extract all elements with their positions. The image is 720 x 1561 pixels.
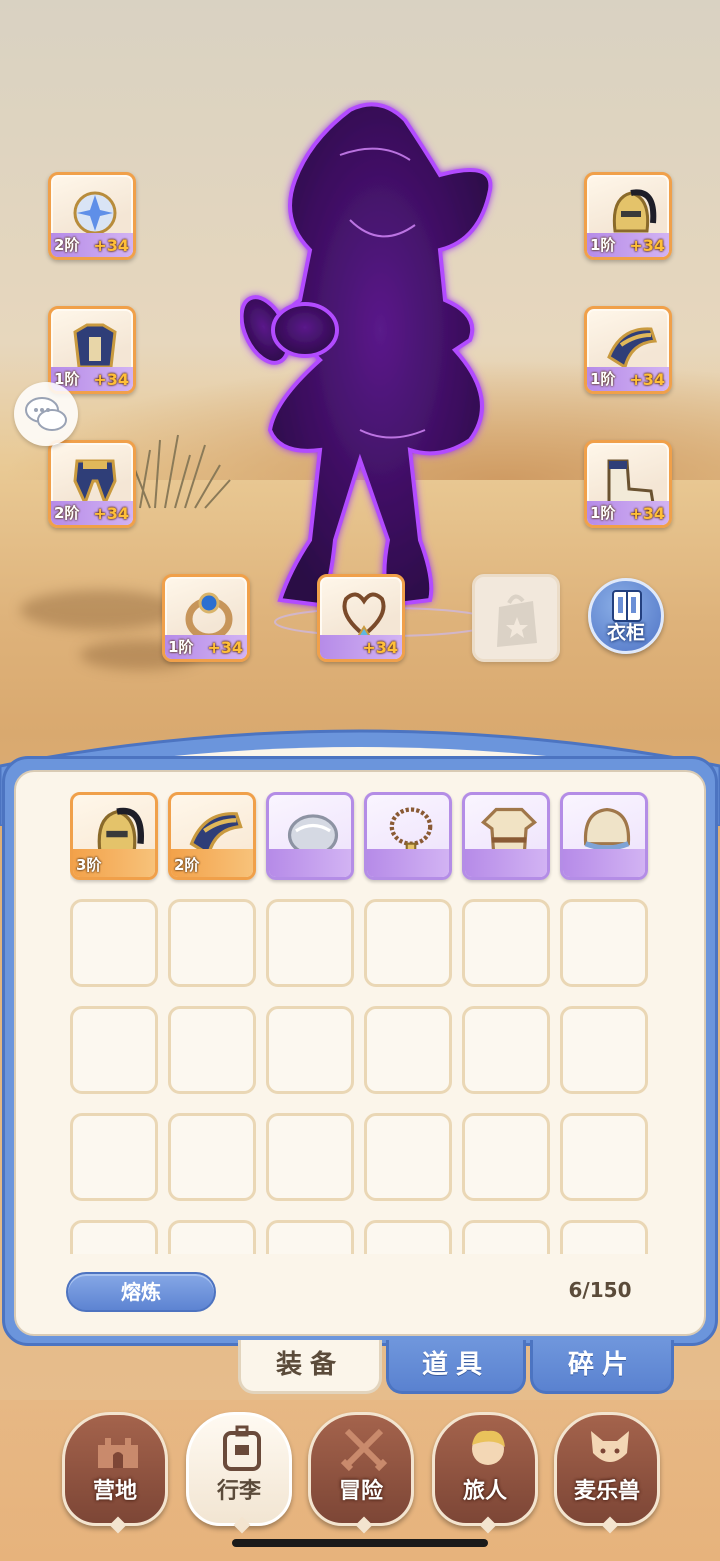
equipped-helmet-slot[interactable]: 1阶 +34	[584, 172, 672, 260]
nav-label: 冒险	[338, 1479, 383, 1504]
smelt-button[interactable]: 熔炼	[66, 1272, 216, 1312]
tab-label: 碎片	[567, 1350, 636, 1380]
equipped-ring-slot[interactable]: 1阶 +34	[162, 574, 250, 662]
empty-slot[interactable]	[462, 1220, 550, 1254]
tab-items[interactable]: 道具	[386, 1340, 526, 1394]
tier-label: 1阶	[590, 504, 616, 522]
inventory-capacity: 6/150	[568, 1278, 632, 1302]
equipped-chest-slot[interactable]: 1阶 +34	[48, 306, 136, 394]
tab-fragments[interactable]: 碎片	[530, 1340, 674, 1394]
ground-shadow	[20, 590, 180, 630]
inventory-item-necklace[interactable]	[364, 792, 452, 880]
inventory-item-cap[interactable]	[560, 792, 648, 880]
fox-pet-icon	[591, 1431, 629, 1462]
tier-label: 2阶	[54, 504, 80, 522]
crossed-swords-icon	[340, 1428, 388, 1472]
bonus-label: +34	[629, 504, 665, 523]
castle-icon	[98, 1438, 138, 1468]
empty-slot[interactable]	[560, 1113, 648, 1201]
empty-slot[interactable]	[70, 1006, 158, 1094]
nav-adventure[interactable]: 冒险	[308, 1412, 414, 1534]
desert-grass	[134, 434, 231, 509]
empty-slot[interactable]	[168, 1006, 256, 1094]
empty-slot[interactable]	[70, 1220, 158, 1254]
bonus-label: +34	[93, 236, 129, 255]
rarity-band	[367, 849, 449, 877]
empty-slot[interactable]	[364, 1113, 452, 1201]
equipped-gauntlet-slot[interactable]: 1阶 +34	[584, 306, 672, 394]
inventory-item-tunic[interactable]	[462, 792, 550, 880]
chat-bubble-icon	[25, 397, 67, 431]
tier-label: 2阶	[54, 236, 80, 254]
inventory-item-helmet[interactable]: 3阶	[70, 792, 158, 880]
bonus-label: +34	[93, 504, 129, 523]
nav-label: 麦乐兽	[573, 1479, 640, 1504]
tab-label: 装备	[275, 1350, 344, 1380]
empty-slot[interactable]	[462, 1006, 550, 1094]
bonus-label: +34	[629, 370, 665, 389]
empty-slot[interactable]	[70, 1113, 158, 1201]
bonus-label: +34	[629, 236, 665, 255]
smelt-label: 熔炼	[121, 1280, 161, 1304]
nav-melepet[interactable]: 麦乐兽	[554, 1412, 660, 1534]
tier-label: 1阶	[168, 638, 194, 656]
empty-slot[interactable]	[266, 1113, 354, 1201]
nav-label: 营地	[92, 1479, 137, 1504]
empty-accessory-slot[interactable]	[472, 574, 560, 662]
backpack-icon	[223, 1425, 261, 1471]
wardrobe-button[interactable]: 衣柜	[588, 578, 664, 654]
empty-slot[interactable]	[168, 1113, 256, 1201]
inventory-item-pauldron[interactable]	[266, 792, 354, 880]
equipped-boots-slot[interactable]: 1阶 +34	[584, 440, 672, 528]
empty-slot[interactable]	[462, 1113, 550, 1201]
empty-slot[interactable]	[364, 1220, 452, 1254]
nav-travelers[interactable]: 旅人	[432, 1412, 538, 1534]
empty-slot[interactable]	[560, 1220, 648, 1254]
nav-label: 旅人	[462, 1479, 507, 1504]
tab-equipment[interactable]: 装备	[238, 1340, 382, 1394]
rarity-band	[465, 849, 547, 877]
tab-label: 道具	[421, 1350, 490, 1380]
empty-slot[interactable]	[168, 899, 256, 987]
traveler-portrait-icon	[472, 1430, 505, 1465]
gift-bag-icon	[497, 594, 537, 647]
empty-slot[interactable]	[364, 899, 452, 987]
empty-slot[interactable]	[364, 1006, 452, 1094]
rarity-band	[563, 849, 645, 877]
chat-button[interactable]	[14, 382, 78, 446]
rarity-band	[269, 849, 351, 877]
empty-slot[interactable]	[70, 899, 158, 987]
tier-label: 3阶	[76, 856, 102, 874]
empty-slot[interactable]	[462, 899, 550, 987]
empty-slot[interactable]	[266, 1006, 354, 1094]
bonus-label: +34	[207, 638, 243, 657]
tier-label: 1阶	[590, 370, 616, 388]
home-indicator[interactable]	[232, 1539, 488, 1547]
wardrobe-label: 衣柜	[606, 622, 645, 644]
character-silhouette[interactable]	[240, 100, 510, 640]
tier-label: 1阶	[590, 236, 616, 254]
tier-label: 2阶	[174, 856, 200, 874]
nav-label: 行李	[216, 1479, 261, 1504]
empty-slot[interactable]	[560, 1006, 648, 1094]
nav-camp[interactable]: 营地	[62, 1412, 168, 1534]
inventory-grid: 3阶 2阶	[70, 792, 678, 1254]
empty-slot[interactable]	[266, 1220, 354, 1254]
inventory-item-gauntlet[interactable]: 2阶	[168, 792, 256, 880]
equipped-necklace-slot[interactable]: +34	[317, 574, 405, 662]
empty-slot[interactable]	[560, 899, 648, 987]
nav-luggage[interactable]: 行李	[186, 1412, 292, 1534]
empty-slot[interactable]	[266, 899, 354, 987]
equipped-legs-slot[interactable]: 2阶 +34	[48, 440, 136, 528]
bonus-label: +34	[362, 638, 398, 657]
empty-slot[interactable]	[168, 1220, 256, 1254]
equipped-amulet-slot[interactable]: 2阶 +34	[48, 172, 136, 260]
bonus-label: +34	[93, 370, 129, 389]
